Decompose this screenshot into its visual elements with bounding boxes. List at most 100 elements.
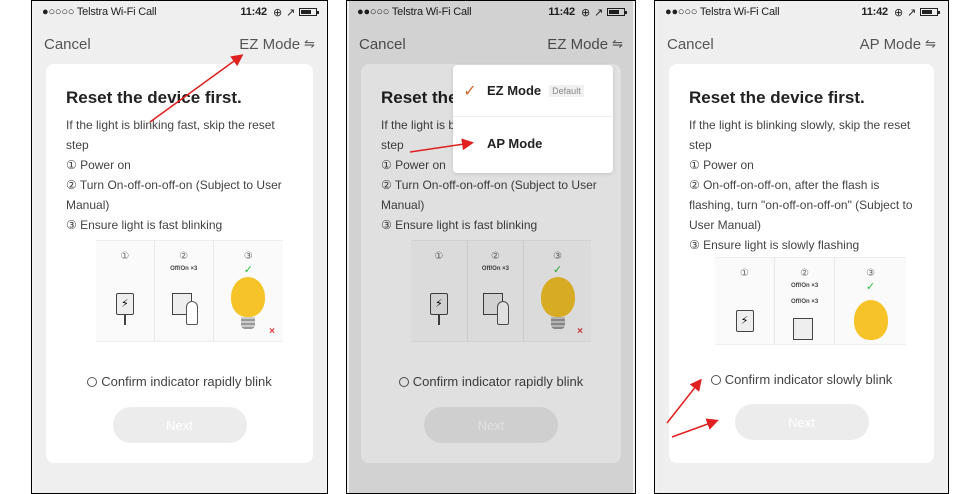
mode-switch-button[interactable]: EZ Mode ⇋ [239, 36, 315, 53]
carrier-label: ●○○○○ Telstra Wi-Fi Call [42, 6, 157, 18]
screenshot-panel-3: ●●○○○ Telstra Wi-Fi Call 11:42 ⊕ ↗ Cancel… [654, 0, 949, 494]
light-bulb-icon [853, 300, 888, 340]
phone-screen: ●○○○○ Telstra Wi-Fi Call 11:42 ⊕ ↗ Cancel… [34, 1, 325, 493]
step-caption: Off/On ×3 [791, 283, 819, 289]
location-icon: ↗ [906, 6, 916, 19]
reset-illustration: ① ⚡ ② Off/On ×3 ③ ✓ × [96, 240, 283, 342]
step-caption: Off/On ×3 [481, 266, 510, 272]
radio-icon[interactable] [398, 377, 409, 387]
instruction-line: If the light is blinking fast, skip the … [66, 118, 275, 152]
switch-icon [792, 318, 813, 340]
clock: 11:42 [548, 6, 575, 18]
checkmark-icon: ✓ [463, 82, 477, 100]
confirm-label: Confirm indicator rapidly blink [101, 374, 272, 389]
step-number: ② [800, 268, 810, 279]
clock: 11:42 [861, 6, 888, 18]
clock: 11:42 [240, 6, 267, 18]
radio-icon[interactable] [710, 375, 721, 385]
menu-item-ez-mode[interactable]: ✓ EZ Mode Default [453, 65, 613, 117]
step-2-illustration: ② Off/On ×3 Off/On ×3 [775, 258, 836, 344]
cancel-button[interactable]: Cancel [667, 36, 714, 53]
instruction-line: ② Turn On-off-on-off-on (Subject to User… [381, 178, 597, 212]
step-1-illustration: ① ⚡ [715, 258, 776, 344]
step-2-illustration: ② Off/On ×3 [155, 241, 214, 341]
step-number: ① [740, 268, 750, 279]
status-bar: ●●○○○ Telstra Wi-Fi Call 11:42 ⊕ ↗ [349, 1, 633, 23]
step-1-illustration: ① ⚡ [96, 241, 155, 341]
menu-item-label: AP Mode [487, 135, 543, 151]
step-3-illustration: ③ ✓ [835, 258, 906, 344]
instruction-line: ③ Ensure light is fast blinking [381, 218, 538, 232]
light-bulb-icon [231, 277, 266, 317]
nav-bar: Cancel AP Mode ⇋ [657, 29, 946, 59]
instruction-line: If the light is blinking slowly, skip th… [689, 118, 911, 152]
check-icon: ✓ [243, 264, 253, 276]
plug-icon: ⚡ [735, 310, 754, 332]
mode-dropdown-menu: ✓ EZ Mode Default AP Mode [453, 65, 613, 173]
plug-cord [123, 315, 126, 325]
step-number: ② [490, 251, 500, 262]
location-icon: ↗ [285, 6, 295, 19]
bulb-base [550, 317, 565, 329]
step-3-illustration: ③ ✓ × [214, 241, 283, 341]
check-icon: ✓ [553, 264, 563, 276]
plug-cord [437, 315, 440, 325]
menu-item-label: EZ Mode [487, 83, 542, 98]
instruction-line: ③ Ensure light is fast blinking [66, 218, 223, 232]
instructions: If the light is blinking slowly, skip th… [689, 115, 920, 255]
confirm-indicator-option[interactable]: Confirm indicator rapidly blink [361, 374, 621, 389]
plug-icon: ⚡ [115, 293, 134, 315]
instruction-line: ② On-off-on-off-on, after the flash is f… [689, 178, 913, 232]
step-number: ① [120, 251, 130, 262]
next-button[interactable]: Next [424, 407, 558, 443]
next-button[interactable]: Next [734, 404, 869, 440]
lock-icon: ⊕ [893, 6, 903, 19]
step-number: ③ [553, 251, 563, 262]
reset-instructions-card: Reset the device first. If the light is … [669, 64, 934, 463]
menu-item-ap-mode[interactable]: AP Mode [453, 117, 613, 169]
instruction-line: ① Power on [689, 158, 754, 172]
battery-icon [299, 8, 319, 16]
check-icon: ✓ [865, 281, 876, 293]
mode-switch-button[interactable]: EZ Mode ⇋ [547, 36, 623, 53]
instructions: If the light is blinking fast, skip the … [66, 115, 299, 235]
nav-bar: Cancel EZ Mode ⇋ [349, 29, 633, 59]
mode-switch-button[interactable]: AP Mode ⇋ [860, 36, 936, 53]
phone-screen: ●●○○○ Telstra Wi-Fi Call 11:42 ⊕ ↗ Cancel… [349, 1, 633, 493]
step-1-illustration: ① ⚡ [411, 241, 468, 341]
swap-icon: ⇋ [612, 36, 623, 51]
status-icons: ⊕ ↗ [272, 6, 319, 19]
card-title: Reset the device first. [689, 88, 865, 107]
confirm-indicator-option[interactable]: Confirm indicator slowly blink [669, 372, 934, 387]
close-icon: × [577, 326, 583, 337]
status-bar: ●○○○○ Telstra Wi-Fi Call 11:42 ⊕ ↗ [34, 1, 325, 23]
status-icons: ⊕ ↗ [581, 6, 627, 19]
status-icons: ⊕ ↗ [893, 6, 940, 19]
step-caption: Off/On ×3 [791, 299, 819, 305]
lock-icon: ⊕ [272, 6, 282, 19]
swap-icon: ⇋ [925, 36, 936, 51]
cancel-button[interactable]: Cancel [359, 36, 406, 53]
confirm-indicator-option[interactable]: Confirm indicator rapidly blink [46, 374, 313, 389]
step-number: ③ [866, 268, 876, 279]
card-title: Reset the [381, 88, 458, 107]
carrier-label: ●●○○○ Telstra Wi-Fi Call [357, 6, 472, 18]
bulb-base [241, 317, 256, 329]
step-number: ③ [243, 251, 253, 262]
confirm-label: Confirm indicator slowly blink [724, 372, 893, 387]
step-number: ② [179, 251, 189, 262]
next-button[interactable]: Next [112, 407, 247, 443]
radio-icon[interactable] [87, 377, 98, 387]
instruction-line: ② Turn On-off-on-off-on (Subject to User… [66, 178, 282, 212]
status-bar: ●●○○○ Telstra Wi-Fi Call 11:42 ⊕ ↗ [657, 1, 946, 23]
swap-icon: ⇋ [304, 36, 315, 51]
light-bulb-icon [540, 277, 575, 317]
step-3-illustration: ③ ✓ × [524, 241, 591, 341]
carrier-label: ●●○○○ Telstra Wi-Fi Call [665, 6, 780, 18]
hand-icon [185, 301, 198, 325]
plug-icon: ⚡ [429, 293, 448, 315]
step-2-illustration: ② Off/On ×3 [468, 241, 525, 341]
cancel-button[interactable]: Cancel [44, 36, 91, 53]
mode-label: AP Mode [859, 35, 922, 53]
reset-illustration: ① ⚡ ② Off/On ×3 ③ ✓ × [411, 240, 591, 342]
